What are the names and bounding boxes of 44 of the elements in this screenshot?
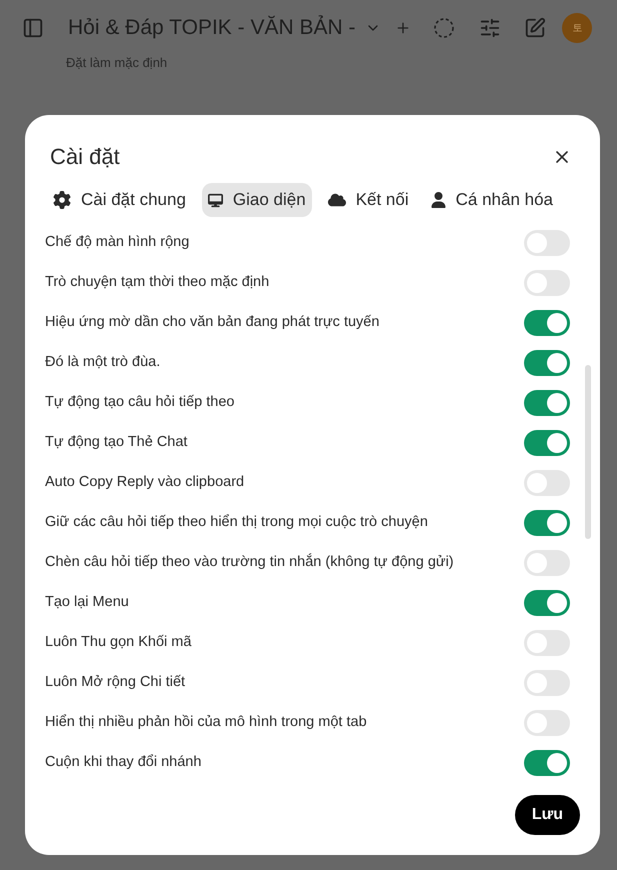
setting-label: Chèn câu hỏi tiếp theo vào trường tin nhắn (không tự động gửi) bbox=[45, 552, 454, 572]
setting-label: Hiệu ứng mờ dần cho văn bản đang phát trực tuyến bbox=[45, 313, 380, 332]
tab[interactable]: Cài đặt chung bbox=[47, 183, 192, 217]
toggle-switch[interactable] bbox=[524, 750, 570, 776]
toggle-switch[interactable] bbox=[524, 590, 570, 616]
setting-label: Luôn Mở rộng Chi tiết bbox=[45, 673, 186, 692]
setting-label: Chế độ màn hình rộng bbox=[45, 233, 190, 252]
toggle-switch[interactable] bbox=[524, 390, 570, 416]
toggle-switch[interactable] bbox=[524, 630, 570, 656]
user-icon bbox=[430, 192, 446, 208]
setting-label: Cuộn khi thay đổi nhánh bbox=[45, 753, 202, 772]
gear-icon bbox=[53, 191, 71, 209]
setting-label: Luôn Thu gọn Khối mã bbox=[45, 633, 192, 652]
tab[interactable]: Cá nhân hóa bbox=[424, 183, 559, 217]
setting-label: Đó là một trò đùa. bbox=[45, 353, 160, 372]
toggle-switch[interactable] bbox=[524, 470, 570, 496]
toggle-switch[interactable] bbox=[524, 230, 570, 256]
setting-label: Tạo lại Menu bbox=[45, 593, 129, 612]
setting-label: Hiển thị nhiều phản hồi của mô hình trong một tab bbox=[45, 713, 367, 732]
dashed-circle-icon[interactable] bbox=[433, 17, 456, 39]
setting-label: Giữ các câu hỏi tiếp theo hiển thị trong mọi cuộc trò chuyện bbox=[45, 513, 428, 532]
toggle-switch[interactable] bbox=[524, 430, 570, 456]
toggle-switch[interactable] bbox=[524, 550, 570, 576]
setting-label: Trò chuyện tạm thời theo mặc định bbox=[45, 273, 270, 292]
tab[interactable]: Giao diện bbox=[202, 183, 312, 217]
toggle-switch[interactable] bbox=[524, 310, 570, 336]
setting-label: Tự động tạo câu hỏi tiếp theo bbox=[45, 393, 234, 412]
chat-title: Hỏi & Đáp TOPIK - VĂN BẢN - bbox=[68, 14, 356, 42]
toggle-switch[interactable] bbox=[524, 350, 570, 376]
tab[interactable]: Kết nối bbox=[322, 183, 415, 217]
setting-label: Auto Copy Reply vào clipboard bbox=[45, 473, 244, 492]
toggle-switch[interactable] bbox=[524, 270, 570, 296]
dialog-title: Cài đặt bbox=[50, 143, 120, 171]
settings-sliders-icon[interactable] bbox=[479, 17, 502, 39]
setting-label: Tự động tạo Thẻ Chat bbox=[45, 433, 188, 452]
toggle-switch[interactable] bbox=[524, 670, 570, 696]
sidebar-toggle-icon[interactable] bbox=[22, 17, 44, 39]
scrollbar[interactable] bbox=[585, 365, 591, 539]
toggle-switch[interactable] bbox=[524, 710, 570, 736]
edit-icon[interactable] bbox=[524, 17, 546, 39]
save-button[interactable]: Lưu bbox=[514, 795, 580, 835]
cloud-icon bbox=[328, 191, 346, 209]
toggle-switch[interactable] bbox=[524, 510, 570, 536]
monitor-icon bbox=[208, 192, 223, 208]
